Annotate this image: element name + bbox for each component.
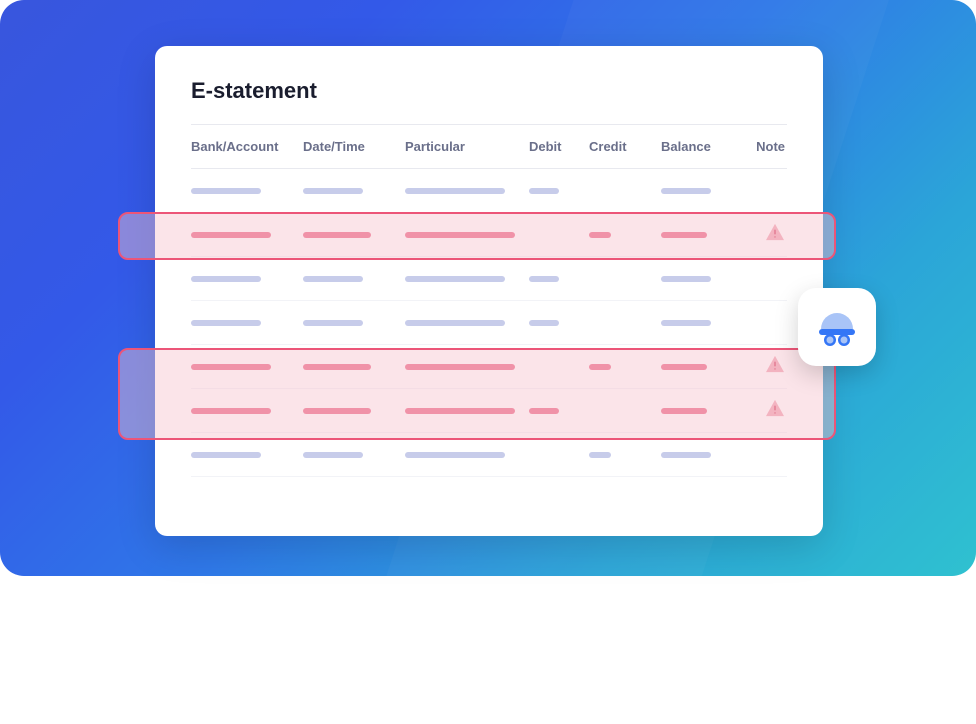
placeholder-bar: [191, 188, 261, 194]
placeholder-bar: [529, 188, 559, 194]
note-cell: [745, 223, 785, 246]
placeholder-bar: [589, 232, 611, 238]
cell: [661, 188, 745, 194]
cell: [405, 320, 529, 326]
placeholder-bar: [589, 364, 611, 370]
placeholder-bar: [529, 320, 559, 326]
placeholder-bar: [303, 188, 363, 194]
placeholder-bar: [405, 276, 505, 282]
cell: [191, 232, 303, 238]
cell: [303, 232, 405, 238]
cell: [405, 364, 529, 370]
table-row: [191, 389, 787, 433]
cell: [191, 188, 303, 194]
placeholder-bar: [191, 320, 261, 326]
warning-icon: [765, 355, 785, 378]
table-row: [191, 169, 787, 213]
placeholder-bar: [303, 364, 371, 370]
col-debit-header: Debit: [529, 139, 589, 154]
col-bank-header: Bank/Account: [191, 139, 303, 154]
placeholder-bar: [529, 276, 559, 282]
cell: [661, 276, 745, 282]
fraud-badge: [798, 288, 876, 366]
cell: [589, 364, 661, 370]
cell: [529, 188, 589, 194]
cell: [661, 452, 745, 458]
cell: [661, 232, 745, 238]
table-row: [191, 433, 787, 477]
placeholder-bar: [303, 232, 371, 238]
placeholder-bar: [589, 452, 611, 458]
placeholder-bar: [661, 188, 711, 194]
cell: [661, 320, 745, 326]
col-credit-header: Credit: [589, 139, 661, 154]
cell: [529, 320, 589, 326]
placeholder-bar: [661, 232, 707, 238]
page-title: E-statement: [191, 78, 787, 104]
placeholder-bar: [405, 364, 515, 370]
placeholder-bar: [191, 364, 271, 370]
placeholder-bar: [303, 452, 363, 458]
cell: [405, 188, 529, 194]
placeholder-bar: [661, 364, 707, 370]
table-row: [191, 301, 787, 345]
placeholder-bar: [191, 276, 261, 282]
cell: [191, 408, 303, 414]
thief-icon: [811, 301, 863, 353]
cell: [529, 276, 589, 282]
placeholder-bar: [405, 452, 505, 458]
cell: [303, 364, 405, 370]
note-cell: [745, 399, 785, 422]
cell: [589, 232, 661, 238]
placeholder-bar: [529, 408, 559, 414]
cell: [405, 232, 529, 238]
placeholder-bar: [661, 276, 711, 282]
cell: [191, 452, 303, 458]
cell: [405, 452, 529, 458]
table-row: [191, 213, 787, 257]
cell: [529, 408, 589, 414]
warning-icon: [765, 399, 785, 422]
cell: [661, 364, 745, 370]
col-note-header: Note: [745, 139, 785, 154]
table-row: [191, 345, 787, 389]
cell: [191, 320, 303, 326]
cell: [191, 364, 303, 370]
col-balance-header: Balance: [661, 139, 745, 154]
cell: [303, 452, 405, 458]
placeholder-bar: [661, 320, 711, 326]
placeholder-bar: [405, 320, 505, 326]
statement-card: E-statement Bank/Account Date/Time Parti…: [155, 46, 823, 536]
placeholder-bar: [405, 188, 505, 194]
background: E-statement Bank/Account Date/Time Parti…: [0, 0, 976, 576]
col-particular-header: Particular: [405, 139, 529, 154]
cell: [191, 276, 303, 282]
placeholder-bar: [405, 408, 515, 414]
placeholder-bar: [405, 232, 515, 238]
cell: [303, 276, 405, 282]
placeholder-bar: [661, 452, 711, 458]
cell: [405, 276, 529, 282]
placeholder-bar: [191, 408, 271, 414]
table-row: [191, 257, 787, 301]
cell: [303, 188, 405, 194]
placeholder-bar: [661, 408, 707, 414]
placeholder-bar: [303, 408, 371, 414]
cell: [589, 452, 661, 458]
placeholder-bar: [191, 452, 261, 458]
placeholder-bar: [191, 232, 271, 238]
cell: [303, 408, 405, 414]
cell: [405, 408, 529, 414]
table-header: Bank/Account Date/Time Particular Debit …: [191, 124, 787, 169]
col-date-header: Date/Time: [303, 139, 405, 154]
placeholder-bar: [303, 276, 363, 282]
table-body: [191, 169, 787, 477]
note-cell: [745, 355, 785, 378]
warning-icon: [765, 223, 785, 246]
cell: [303, 320, 405, 326]
cell: [661, 408, 745, 414]
placeholder-bar: [303, 320, 363, 326]
